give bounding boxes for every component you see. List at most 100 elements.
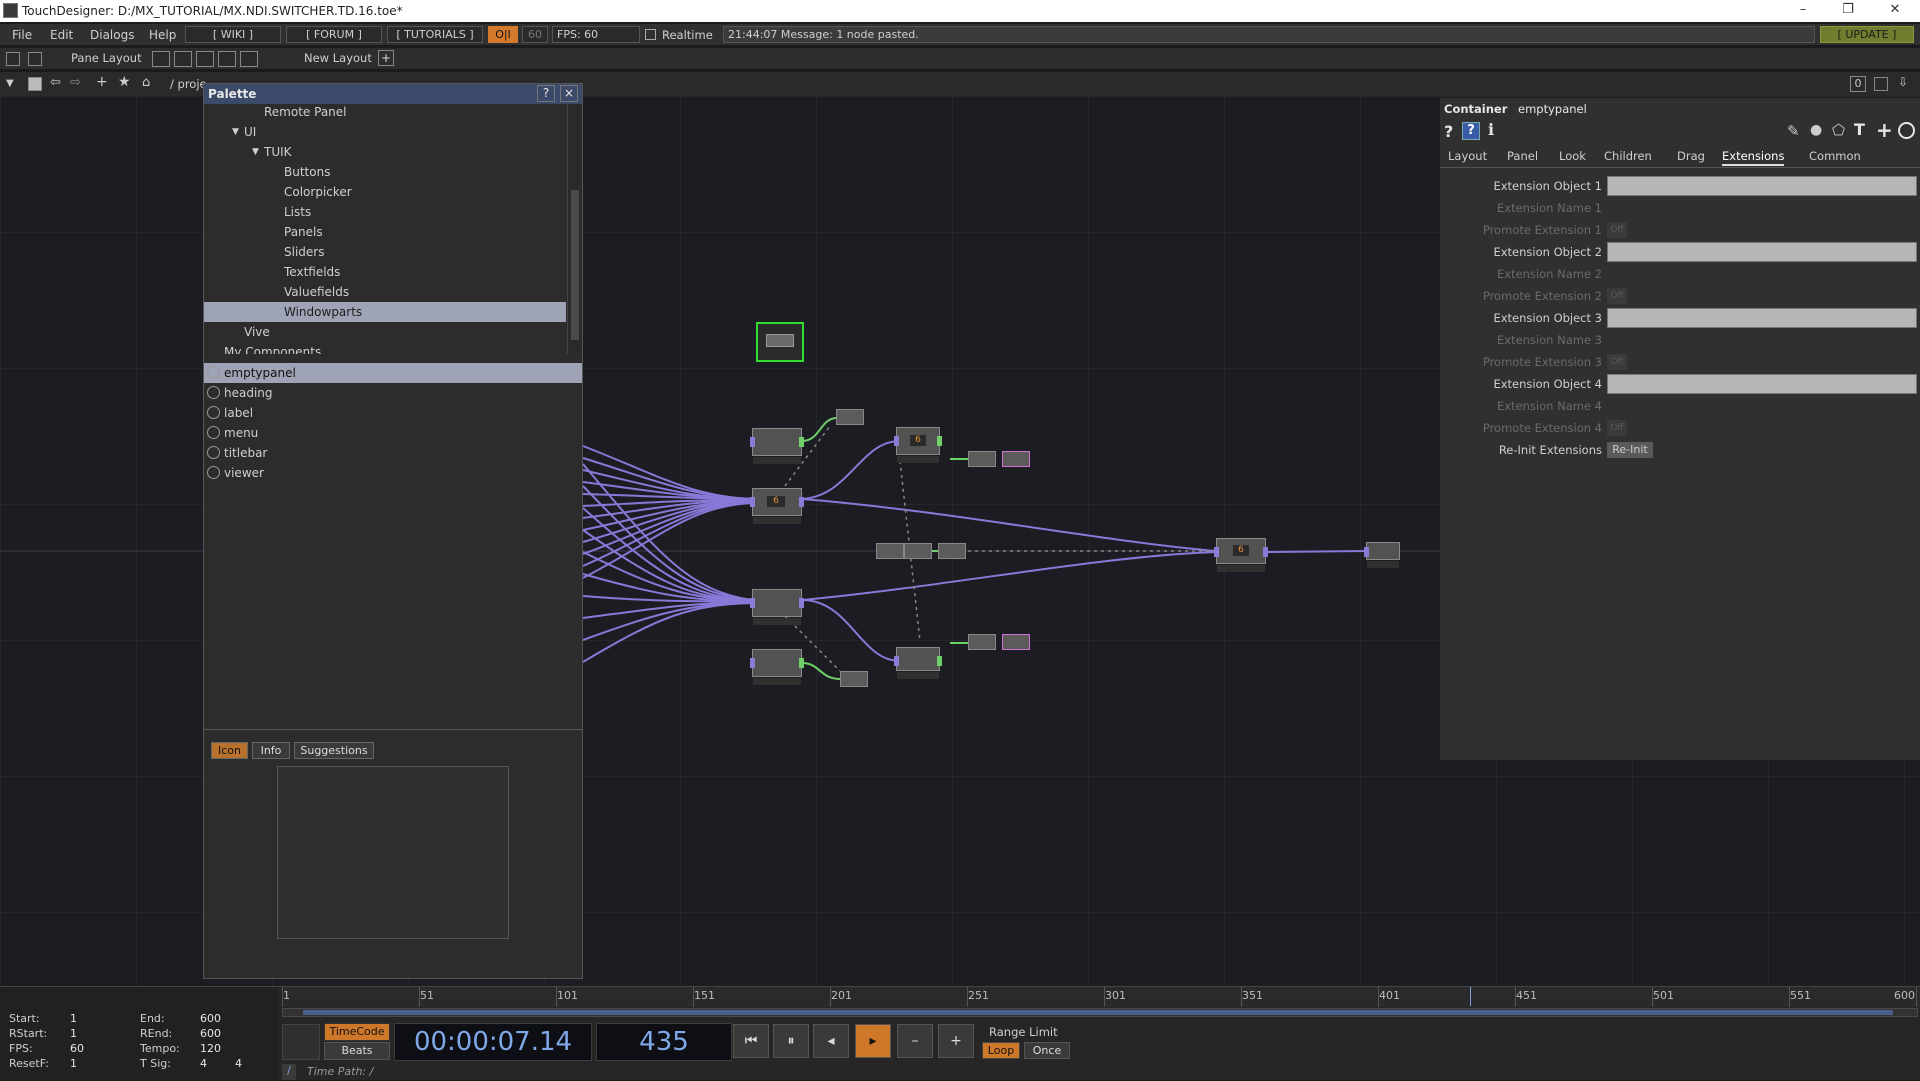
reinit-extensions-button[interactable]: Re-Init <box>1607 442 1653 458</box>
palette-tree-item[interactable]: Buttons <box>204 162 566 182</box>
palette-tree-item[interactable]: Panels <box>204 222 566 242</box>
palette-close-button[interactable]: × <box>560 85 578 102</box>
pause-button[interactable]: ⏸ <box>773 1024 809 1058</box>
promote-extension-toggle[interactable]: Off <box>1607 354 1627 370</box>
palette-tree-item[interactable]: Windowparts <box>204 302 566 322</box>
expand-arrow-icon[interactable]: ▼ <box>232 122 239 142</box>
tag-icon[interactable]: ⬠ <box>1832 121 1845 139</box>
math-bottom-node[interactable] <box>968 634 996 650</box>
time-scrollbar[interactable] <box>282 1008 1918 1017</box>
add-icon[interactable]: + <box>96 74 108 90</box>
pane-menu-icon[interactable]: ▼ <box>6 78 14 89</box>
state-node-3[interactable] <box>938 543 966 559</box>
component-item[interactable]: menu <box>204 423 582 443</box>
param-tab[interactable]: Extensions <box>1722 146 1785 166</box>
step-back-button[interactable]: ◂ <box>813 1024 849 1058</box>
palette-tree-item[interactable]: Textfields <box>204 262 566 282</box>
palette-tree-item[interactable]: Sliders <box>204 242 566 262</box>
param-tab[interactable]: Drag <box>1677 146 1705 166</box>
dat-bottom-node[interactable] <box>1002 634 1030 650</box>
extension-object-field[interactable] <box>1607 374 1917 394</box>
wiki-button[interactable]: [ WIKI ] <box>185 26 281 43</box>
layout-split-v-icon[interactable] <box>174 51 192 67</box>
component-item[interactable]: emptypanel <box>204 363 582 383</box>
bookmark-star-icon[interactable]: ★ <box>118 74 131 90</box>
switch-bottom-node[interactable] <box>750 649 804 685</box>
add-param-icon[interactable]: + <box>1876 118 1893 142</box>
tab-info[interactable]: Info <box>252 742 290 759</box>
param-tab[interactable]: Look <box>1559 146 1586 166</box>
fps-value[interactable]: 60 <box>70 1042 84 1055</box>
minimize-button[interactable]: – <box>1788 2 1818 17</box>
layout-split-h-icon[interactable] <box>196 51 214 67</box>
extension-object-field[interactable] <box>1607 242 1917 262</box>
extension-object-field[interactable] <box>1607 308 1917 328</box>
promote-extension-toggle[interactable]: Off <box>1607 222 1627 238</box>
info-icon[interactable]: i <box>1488 120 1494 139</box>
update-button[interactable]: [ UPDATE ] <box>1820 26 1914 43</box>
param-tab[interactable]: Common <box>1809 146 1861 166</box>
promote-extension-toggle[interactable]: Off <box>1607 420 1627 436</box>
rstart-value[interactable]: 1 <box>70 1027 77 1040</box>
frame-display[interactable]: 435 <box>596 1023 732 1061</box>
pane-down-icon[interactable]: ⇩ <box>1898 75 1908 89</box>
switch-top-node[interactable] <box>750 428 804 464</box>
expand-arrow-icon[interactable]: ▼ <box>252 142 259 162</box>
chop-bottom-node[interactable] <box>840 671 868 687</box>
restore-button[interactable]: ❐ <box>1833 2 1863 17</box>
palette-tree-item[interactable]: My Components <box>204 342 566 354</box>
palette-tree-item[interactable]: ▼ TUIK <box>204 142 566 162</box>
dat-top-node[interactable] <box>1002 451 1030 467</box>
select-top-node[interactable]: 6 <box>894 427 942 463</box>
select-bottom-node[interactable] <box>894 647 942 679</box>
menu-edit[interactable]: Edit <box>50 28 73 42</box>
palette-tree-item[interactable]: Lists <box>204 202 566 222</box>
extension-object-field[interactable] <box>1607 176 1917 196</box>
step-minus-button[interactable]: – <box>897 1024 933 1058</box>
tab-icon[interactable]: Icon <box>211 742 248 759</box>
op-name[interactable]: emptypanel <box>1518 102 1587 116</box>
tsig-value[interactable]: 4 4 <box>200 1057 242 1070</box>
layout-three-icon[interactable] <box>218 51 236 67</box>
python-help-icon[interactable]: ? <box>1462 122 1480 140</box>
rewind-button[interactable]: ⏮ <box>733 1024 769 1058</box>
component-item[interactable]: viewer <box>204 463 582 483</box>
time-path-icon[interactable]: / <box>282 1064 296 1080</box>
state-node-1[interactable] <box>876 543 904 559</box>
state-node-2[interactable] <box>904 543 932 559</box>
fps-cap[interactable]: 60 <box>522 26 548 43</box>
param-tab[interactable]: Children <box>1604 146 1652 166</box>
timecode-toggle[interactable]: TimeCode <box>324 1023 390 1041</box>
zero-button[interactable]: 0 <box>1850 76 1866 92</box>
comment-icon[interactable]: ● <box>1810 122 1822 138</box>
beats-toggle[interactable]: Beats <box>324 1042 390 1060</box>
palette-tree-item[interactable]: Valuefields <box>204 282 566 302</box>
new-layout-add-button[interactable]: + <box>378 50 394 66</box>
palette-help-button[interactable]: ? <box>537 85 555 102</box>
pencil-icon[interactable]: ✎ <box>1787 122 1800 140</box>
palette-tree-item[interactable]: Remote Panel <box>204 104 566 122</box>
resetf-value[interactable]: 1 <box>70 1057 77 1070</box>
tutorials-button[interactable]: [ TUTORIALS ] <box>387 26 483 43</box>
time-ruler[interactable]: 1 51 101 151 201 251 301 351 401 451 501 551 600 <box>282 987 1920 1007</box>
forward-arrow-icon[interactable]: ⇨ <box>70 75 81 90</box>
math-top-node[interactable] <box>968 451 996 467</box>
text-icon[interactable]: T <box>1854 120 1865 139</box>
ndi-out-node[interactable] <box>1364 542 1400 568</box>
help-icon[interactable]: ? <box>1444 122 1453 141</box>
play-button[interactable]: ▸ <box>855 1024 891 1058</box>
component-item[interactable]: titlebar <box>204 443 582 463</box>
output-switch-node[interactable]: 6 <box>1214 538 1268 572</box>
param-tab[interactable]: Panel <box>1507 146 1538 166</box>
realtime-checkbox[interactable] <box>645 29 656 40</box>
rend-value[interactable]: 600 <box>200 1027 221 1040</box>
maximize-pane-icon[interactable] <box>1874 77 1888 91</box>
layout-four-icon[interactable] <box>240 51 258 67</box>
tempo-value[interactable]: 120 <box>200 1042 221 1055</box>
start-value[interactable]: 1 <box>70 1012 77 1025</box>
time-options-button[interactable] <box>282 1024 320 1060</box>
ndi-switch-bottom-node[interactable] <box>750 589 804 625</box>
playhead-marker[interactable] <box>1470 987 1471 1006</box>
ndi-switch-top-node[interactable]: 6 <box>750 488 804 524</box>
time-path[interactable]: Time Path: / <box>307 1065 373 1078</box>
